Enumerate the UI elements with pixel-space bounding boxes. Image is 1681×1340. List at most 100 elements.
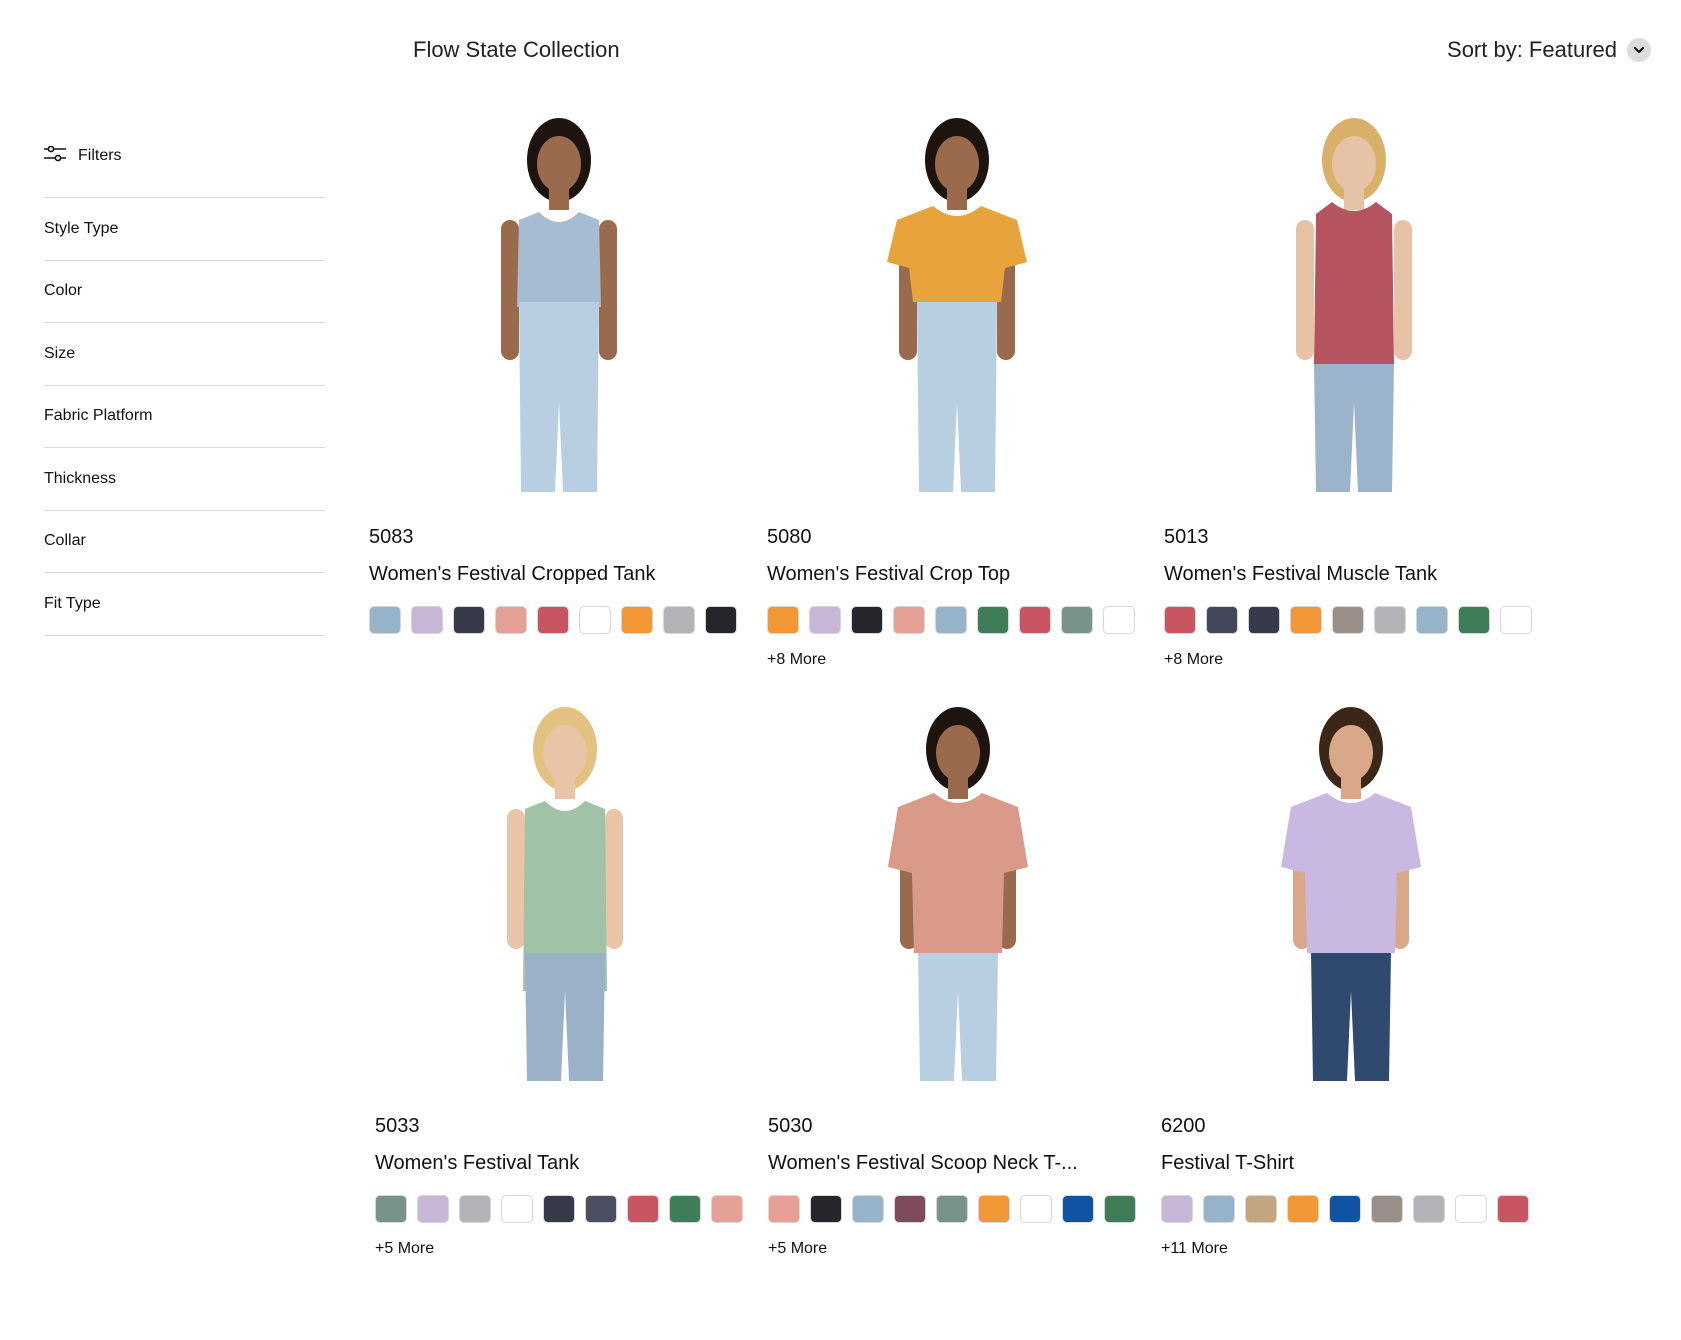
more-colors-link[interactable]: +5 More xyxy=(768,1240,1148,1258)
color-swatch[interactable] xyxy=(1290,606,1322,634)
product-photo[interactable] xyxy=(1161,689,1541,1081)
filter-size[interactable]: Size xyxy=(44,323,325,386)
color-swatch[interactable] xyxy=(1458,606,1490,634)
product-photo[interactable] xyxy=(369,100,749,492)
color-swatch[interactable] xyxy=(375,1195,407,1223)
color-swatch[interactable] xyxy=(810,1195,842,1223)
color-swatch[interactable] xyxy=(935,606,967,634)
product-image[interactable] xyxy=(837,102,1077,492)
product-sku: 6200 xyxy=(1161,1115,1206,1137)
product-image[interactable] xyxy=(1234,102,1474,492)
page-title: Flow State Collection xyxy=(413,37,620,62)
product-photo[interactable] xyxy=(1164,100,1544,492)
color-swatch[interactable] xyxy=(579,606,611,634)
more-colors-link[interactable]: +5 More xyxy=(375,1240,755,1258)
product-name[interactable]: Women's Festival Cropped Tank xyxy=(369,563,749,586)
color-swatch[interactable] xyxy=(894,1195,926,1223)
product-name[interactable]: Women's Festival Crop Top xyxy=(767,563,1147,586)
filter-fabric-platform[interactable]: Fabric Platform xyxy=(44,386,325,448)
product-name[interactable]: Festival T-Shirt xyxy=(1161,1152,1541,1175)
more-colors-link[interactable]: +8 More xyxy=(1164,651,1544,669)
product-image[interactable] xyxy=(445,691,685,1081)
color-swatch[interactable] xyxy=(851,606,883,634)
color-swatch[interactable] xyxy=(809,606,841,634)
color-swatch[interactable] xyxy=(621,606,653,634)
color-swatches xyxy=(767,606,1147,634)
color-swatch[interactable] xyxy=(501,1195,533,1223)
color-swatch[interactable] xyxy=(1019,606,1051,634)
color-swatch[interactable] xyxy=(411,606,443,634)
color-swatch[interactable] xyxy=(1455,1195,1487,1223)
color-swatch[interactable] xyxy=(1203,1195,1235,1223)
color-swatch[interactable] xyxy=(669,1195,701,1223)
product-sku: 5013 xyxy=(1164,526,1209,548)
color-swatch[interactable] xyxy=(1374,606,1406,634)
color-swatch[interactable] xyxy=(1161,1195,1193,1223)
product-card[interactable]: 5083 Women's Festival Cropped Tank xyxy=(369,100,749,634)
color-swatch[interactable] xyxy=(1104,1195,1136,1223)
product-photo[interactable] xyxy=(768,689,1148,1081)
color-swatch[interactable] xyxy=(1020,1195,1052,1223)
filter-style-type[interactable]: Style Type xyxy=(44,198,325,261)
color-swatch[interactable] xyxy=(1206,606,1238,634)
color-swatch[interactable] xyxy=(978,1195,1010,1223)
product-name[interactable]: Women's Festival Muscle Tank xyxy=(1164,563,1544,586)
color-swatch[interactable] xyxy=(705,606,737,634)
color-swatch[interactable] xyxy=(1416,606,1448,634)
color-swatches xyxy=(1164,606,1544,634)
color-swatch[interactable] xyxy=(453,606,485,634)
color-swatch[interactable] xyxy=(852,1195,884,1223)
filters-toggle[interactable]: Filters xyxy=(44,136,325,176)
chevron-down-icon[interactable] xyxy=(1627,38,1651,62)
product-image[interactable] xyxy=(1231,691,1471,1081)
filter-collar[interactable]: Collar xyxy=(44,511,325,573)
color-swatch[interactable] xyxy=(768,1195,800,1223)
color-swatch[interactable] xyxy=(1062,1195,1094,1223)
color-swatch[interactable] xyxy=(417,1195,449,1223)
product-card[interactable]: 5030 Women's Festival Scoop Neck T-... +5 … xyxy=(768,689,1148,1258)
color-swatch[interactable] xyxy=(1061,606,1093,634)
color-swatch[interactable] xyxy=(1245,1195,1277,1223)
color-swatch[interactable] xyxy=(459,1195,491,1223)
color-swatch[interactable] xyxy=(1329,1195,1361,1223)
color-swatch[interactable] xyxy=(627,1195,659,1223)
color-swatch[interactable] xyxy=(936,1195,968,1223)
color-swatch[interactable] xyxy=(1371,1195,1403,1223)
more-colors-link[interactable]: +8 More xyxy=(767,651,1147,669)
color-swatch[interactable] xyxy=(1287,1195,1319,1223)
color-swatches xyxy=(375,1195,755,1223)
color-swatch[interactable] xyxy=(767,606,799,634)
filter-sidebar: Filters Style Type Color Size Fabric Platfo… xyxy=(44,136,325,636)
more-colors-link[interactable]: +11 More xyxy=(1161,1240,1541,1258)
product-card[interactable]: 5013 Women's Festival Muscle Tank +8 More xyxy=(1164,100,1544,669)
color-swatch[interactable] xyxy=(1248,606,1280,634)
color-swatch[interactable] xyxy=(495,606,527,634)
product-image[interactable] xyxy=(838,691,1078,1081)
product-photo[interactable] xyxy=(767,100,1147,492)
product-card[interactable]: 5033 Women's Festival Tank +5 More xyxy=(375,689,755,1258)
color-swatch[interactable] xyxy=(1164,606,1196,634)
color-swatch[interactable] xyxy=(663,606,695,634)
filter-fit-type[interactable]: Fit Type xyxy=(44,573,325,636)
filter-color[interactable]: Color xyxy=(44,261,325,323)
color-swatch[interactable] xyxy=(977,606,1009,634)
product-name[interactable]: Women's Festival Tank xyxy=(375,1152,755,1175)
color-swatch[interactable] xyxy=(1103,606,1135,634)
color-swatch[interactable] xyxy=(1497,1195,1529,1223)
color-swatch[interactable] xyxy=(1332,606,1364,634)
color-swatch[interactable] xyxy=(543,1195,575,1223)
product-image[interactable] xyxy=(439,102,679,492)
color-swatch[interactable] xyxy=(369,606,401,634)
product-name[interactable]: Women's Festival Scoop Neck T-... xyxy=(768,1152,1148,1175)
color-swatch[interactable] xyxy=(537,606,569,634)
product-photo[interactable] xyxy=(375,689,755,1081)
sort-dropdown[interactable]: Sort by: Featured xyxy=(1447,37,1651,63)
color-swatch[interactable] xyxy=(1500,606,1532,634)
color-swatch[interactable] xyxy=(1413,1195,1445,1223)
color-swatch[interactable] xyxy=(893,606,925,634)
filter-thickness[interactable]: Thickness xyxy=(44,448,325,511)
product-card[interactable]: 5080 Women's Festival Crop Top +8 More xyxy=(767,100,1147,669)
product-card[interactable]: 6200 Festival T-Shirt +11 More xyxy=(1161,689,1541,1258)
color-swatch[interactable] xyxy=(711,1195,743,1223)
color-swatch[interactable] xyxy=(585,1195,617,1223)
